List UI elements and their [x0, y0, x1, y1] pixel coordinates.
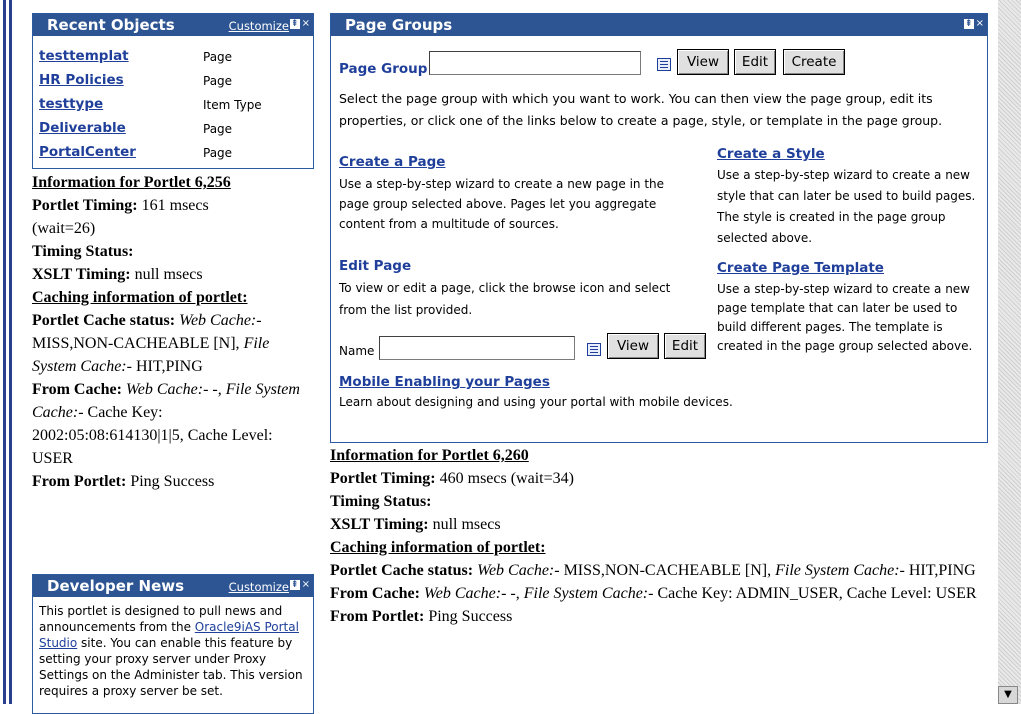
timing-label: Portlet Timing: [32, 197, 138, 214]
pin-icon[interactable]: ⇞ [289, 580, 300, 590]
caching-heading: Caching information of portlet: [32, 289, 248, 306]
xslt-label: XSLT Timing: [32, 266, 131, 283]
view-button[interactable]: View [677, 49, 729, 75]
from-portlet-label: From Portlet: [32, 473, 127, 490]
developer-news-portlet: Developer News Customize ⇞ × This portlet… [32, 574, 314, 714]
from-portlet-value: Ping Success [130, 473, 215, 490]
timing-value: 161 msecs [141, 197, 209, 214]
xslt-value: null msecs [134, 266, 203, 283]
recent-object-type: Page [203, 146, 233, 160]
recent-object-link[interactable]: Deliverable [39, 120, 126, 136]
cache-status: Portlet Cache status: Web Cache:- MISS,N… [330, 562, 976, 579]
recent-object-link[interactable]: testtype [39, 96, 103, 112]
page-groups-header: Page Groups ⇞ × [331, 14, 987, 36]
recent-object-type: Item Type [203, 98, 262, 112]
customize-link[interactable]: Customize [229, 19, 289, 33]
view-page-button[interactable]: View [607, 333, 659, 359]
timing-value: 460 msecs (wait=34) [439, 470, 574, 487]
recent-objects-title: Recent Objects [47, 16, 175, 34]
from-cache: From Cache: Web Cache:- -, File System C… [32, 381, 300, 467]
from-portlet-label: From Portlet: [330, 608, 425, 625]
cache-status: Portlet Cache status: Web Cache:- MISS,N… [32, 312, 270, 375]
page-group-input[interactable] [429, 51, 641, 75]
page-groups-description: Select the page group with which you wan… [339, 91, 943, 128]
page-groups-portlet: Page Groups ⇞ × Page Group View Edit Crea… [330, 13, 988, 443]
vertical-scrollbar[interactable] [998, 0, 1021, 704]
recent-object-link[interactable]: PortalCenter [39, 144, 136, 160]
timing-status-label: Timing Status: [330, 493, 432, 510]
create-style-link[interactable]: Create a Style [717, 146, 825, 162]
scroll-down-arrow-icon[interactable]: ▼ [998, 686, 1018, 704]
xslt-value: null msecs [432, 516, 501, 533]
portlet-info-right: Information for Portlet 6,260 Portlet Ti… [330, 444, 994, 628]
create-page-text: Use a step-by-step wizard to create a ne… [339, 177, 665, 231]
browse-list-icon[interactable] [657, 58, 671, 71]
close-icon[interactable]: × [302, 580, 310, 590]
browse-list-icon[interactable] [587, 343, 601, 356]
create-template-link[interactable]: Create Page Template [717, 260, 884, 276]
info-heading: Information for Portlet 6,256 [32, 174, 231, 191]
left-border-bar-inner [9, 0, 12, 704]
page-groups-title: Page Groups [345, 16, 453, 34]
create-template-text: Use a step-by-step wizard to create a ne… [717, 282, 973, 353]
recent-object-type: Page [203, 122, 233, 136]
recent-objects-header: Recent Objects Customize ⇞ × [33, 14, 313, 36]
mobile-text: Learn about designing and using your por… [339, 395, 733, 409]
timing-status-label: Timing Status: [32, 243, 134, 260]
edit-page-text: To view or edit a page, click the browse… [339, 281, 671, 317]
left-border-bar [3, 0, 6, 704]
customize-link[interactable]: Customize [229, 580, 289, 594]
pin-icon[interactable]: ⇞ [963, 19, 974, 29]
edit-page-button[interactable]: Edit [664, 333, 706, 359]
name-label: Name [339, 344, 375, 358]
page-name-input[interactable] [379, 336, 575, 360]
caching-heading: Caching information of portlet: [330, 539, 546, 556]
edit-button[interactable]: Edit [734, 49, 776, 75]
pin-icon[interactable]: ⇞ [289, 19, 300, 29]
close-icon[interactable]: × [976, 19, 984, 29]
xslt-label: XSLT Timing: [330, 516, 429, 533]
recent-object-type: Page [203, 50, 233, 64]
recent-object-link[interactable]: testtemplat [39, 48, 129, 64]
mobile-link[interactable]: Mobile Enabling your Pages [339, 374, 550, 390]
create-page-link[interactable]: Create a Page [339, 154, 445, 170]
create-button[interactable]: Create [783, 49, 845, 75]
page-group-label: Page Group [339, 61, 428, 77]
developer-news-header: Developer News Customize ⇞ × [33, 575, 313, 597]
recent-objects-portlet: Recent Objects Customize ⇞ × testtemplat … [32, 13, 314, 169]
from-portlet-value: Ping Success [428, 608, 513, 625]
recent-object-link[interactable]: HR Policies [39, 72, 124, 88]
from-cache: From Cache: Web Cache:- -, File System C… [330, 585, 977, 602]
recent-object-type: Page [203, 74, 233, 88]
close-icon[interactable]: × [302, 19, 310, 29]
portlet-info-left: Information for Portlet 6,256 Portlet Ti… [32, 171, 302, 493]
timing-wait: (wait=26) [32, 220, 96, 237]
edit-page-heading: Edit Page [339, 258, 412, 274]
create-style-text: Use a step-by-step wizard to create a ne… [717, 168, 976, 245]
info-heading: Information for Portlet 6,260 [330, 447, 529, 464]
developer-news-title: Developer News [47, 577, 185, 595]
developer-news-text: This portlet is designed to pull news an… [39, 604, 303, 698]
timing-label: Portlet Timing: [330, 470, 436, 487]
